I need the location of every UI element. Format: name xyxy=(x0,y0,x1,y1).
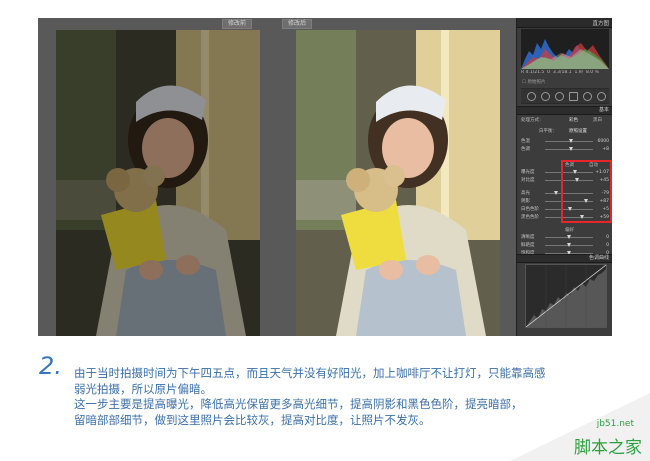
slider-name: 色温 xyxy=(521,139,530,144)
treatment-label: 处理方式： xyxy=(521,118,544,123)
view-tabs: 修改前 修改后 xyxy=(38,18,516,29)
crop-tool-icon[interactable] xyxy=(527,92,536,101)
lightroom-screenshot: 修改前 修改后 直方图 R 4.1/21.5 0 3.3/18.1 1.9/ 8… xyxy=(38,18,612,336)
checkbox-icon: ☐ xyxy=(522,80,527,85)
histogram xyxy=(521,29,609,69)
slider-value: 0 xyxy=(606,243,609,248)
treatment-color-option[interactable]: 彩色 xyxy=(569,117,578,123)
photo-before xyxy=(56,30,260,336)
photo-after xyxy=(296,30,500,336)
watermark-name: 脚本之家 xyxy=(574,438,642,458)
slider-value: 0 xyxy=(606,235,609,240)
original-photo-label: 原始照片 xyxy=(527,80,546,85)
slider-name: 清晰度 xyxy=(521,235,535,240)
slider-name: 对比度 xyxy=(521,178,535,183)
slider-name: 白色色阶 xyxy=(521,207,539,212)
slider-knob[interactable] xyxy=(567,243,571,247)
radial-filter-icon[interactable] xyxy=(583,92,592,101)
watermark-url: jb51.net xyxy=(596,419,634,429)
slider-name: 色调 xyxy=(521,147,530,152)
slider-knob[interactable] xyxy=(569,147,573,151)
slider-name: 阴影 xyxy=(521,199,530,204)
wb-label: 白平衡： xyxy=(539,129,557,134)
slider-name: 曝光度 xyxy=(521,170,535,175)
presence-label: 偏好 xyxy=(565,228,574,233)
tool-strip xyxy=(521,88,609,104)
slider-value: +8 xyxy=(602,147,609,152)
tone-curve-graph[interactable] xyxy=(525,264,607,328)
tab-before[interactable]: 修改前 xyxy=(222,19,253,29)
histogram-title: 直方图 xyxy=(592,21,609,27)
histogram-header[interactable]: 直方图 xyxy=(517,18,612,28)
basic-title: 基本 xyxy=(598,107,609,113)
graduated-filter-icon[interactable] xyxy=(569,92,578,101)
tab-after[interactable]: 修改后 xyxy=(282,19,313,29)
slider-clarity[interactable]: 清晰度 0 xyxy=(521,234,609,241)
wb-select[interactable]: 原照设置 xyxy=(569,128,587,134)
basic-section-header[interactable]: 基本 xyxy=(517,106,612,115)
spot-removal-icon[interactable] xyxy=(541,92,550,101)
slider-knob[interactable] xyxy=(553,191,558,195)
treatment-bw-option[interactable]: 黑白 xyxy=(593,117,602,123)
step-line: 由于当时拍摄时间为下午四五点，而且天气并没有好阳光，加上咖啡厅不让打灯，只能靠高… xyxy=(74,366,546,380)
brush-tool-icon[interactable] xyxy=(597,92,606,101)
slider-name: 黑色色阶 xyxy=(521,215,539,220)
histogram-readout: R 4.1/21.5 0 3.3/18.1 1.9/ 8.0 % xyxy=(521,70,599,75)
slider-value: 6000 xyxy=(597,139,609,144)
develop-panel: 直方图 R 4.1/21.5 0 3.3/18.1 1.9/ 8.0 % ☐ 原… xyxy=(516,18,612,336)
original-photo-checkbox[interactable]: ☐ 原始照片 xyxy=(522,79,545,85)
slider-knob[interactable] xyxy=(569,139,573,143)
step-number: 2. xyxy=(39,352,62,380)
slider-tint[interactable]: 色调 +8 xyxy=(521,146,609,153)
highlight-box xyxy=(561,160,612,223)
tone-curve-header[interactable]: 色调曲线 xyxy=(517,254,612,263)
slider-name: 高光 xyxy=(521,191,530,196)
slider-name: 鲜艳度 xyxy=(521,243,535,248)
tone-curve-title: 色调曲线 xyxy=(588,255,609,261)
slider-temp[interactable]: 色温 6000 xyxy=(521,138,609,145)
slider-knob[interactable] xyxy=(567,235,571,239)
red-eye-icon[interactable] xyxy=(555,92,564,101)
slider-vibrance[interactable]: 鲜艳度 0 xyxy=(521,242,609,249)
